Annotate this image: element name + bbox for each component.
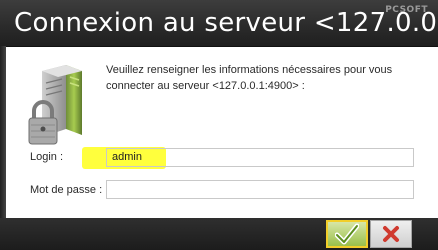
check-icon bbox=[335, 223, 359, 245]
login-input[interactable]: admin bbox=[106, 148, 414, 167]
button-bar bbox=[0, 218, 438, 250]
ok-button[interactable] bbox=[326, 220, 368, 248]
password-input[interactable] bbox=[106, 180, 414, 199]
login-label: Login : bbox=[30, 151, 64, 163]
dialog-body: Veuillez renseigner les informations néc… bbox=[6, 47, 438, 217]
cancel-button[interactable] bbox=[370, 220, 412, 248]
close-icon bbox=[383, 226, 399, 242]
brand-logo: PCSOFT bbox=[385, 5, 428, 15]
instruction-message: Veuillez renseigner les informations néc… bbox=[106, 64, 393, 92]
window-title: Connexion au serveur <127.0.0.... bbox=[14, 8, 438, 38]
server-lock-icon bbox=[26, 63, 86, 153]
login-dialog: Connexion au serveur <127.0.0.... PCSOFT bbox=[0, 0, 438, 250]
password-label: Mot de passe : bbox=[30, 184, 103, 196]
title-bar[interactable]: Connexion au serveur <127.0.0.... PCSOFT bbox=[0, 0, 438, 47]
